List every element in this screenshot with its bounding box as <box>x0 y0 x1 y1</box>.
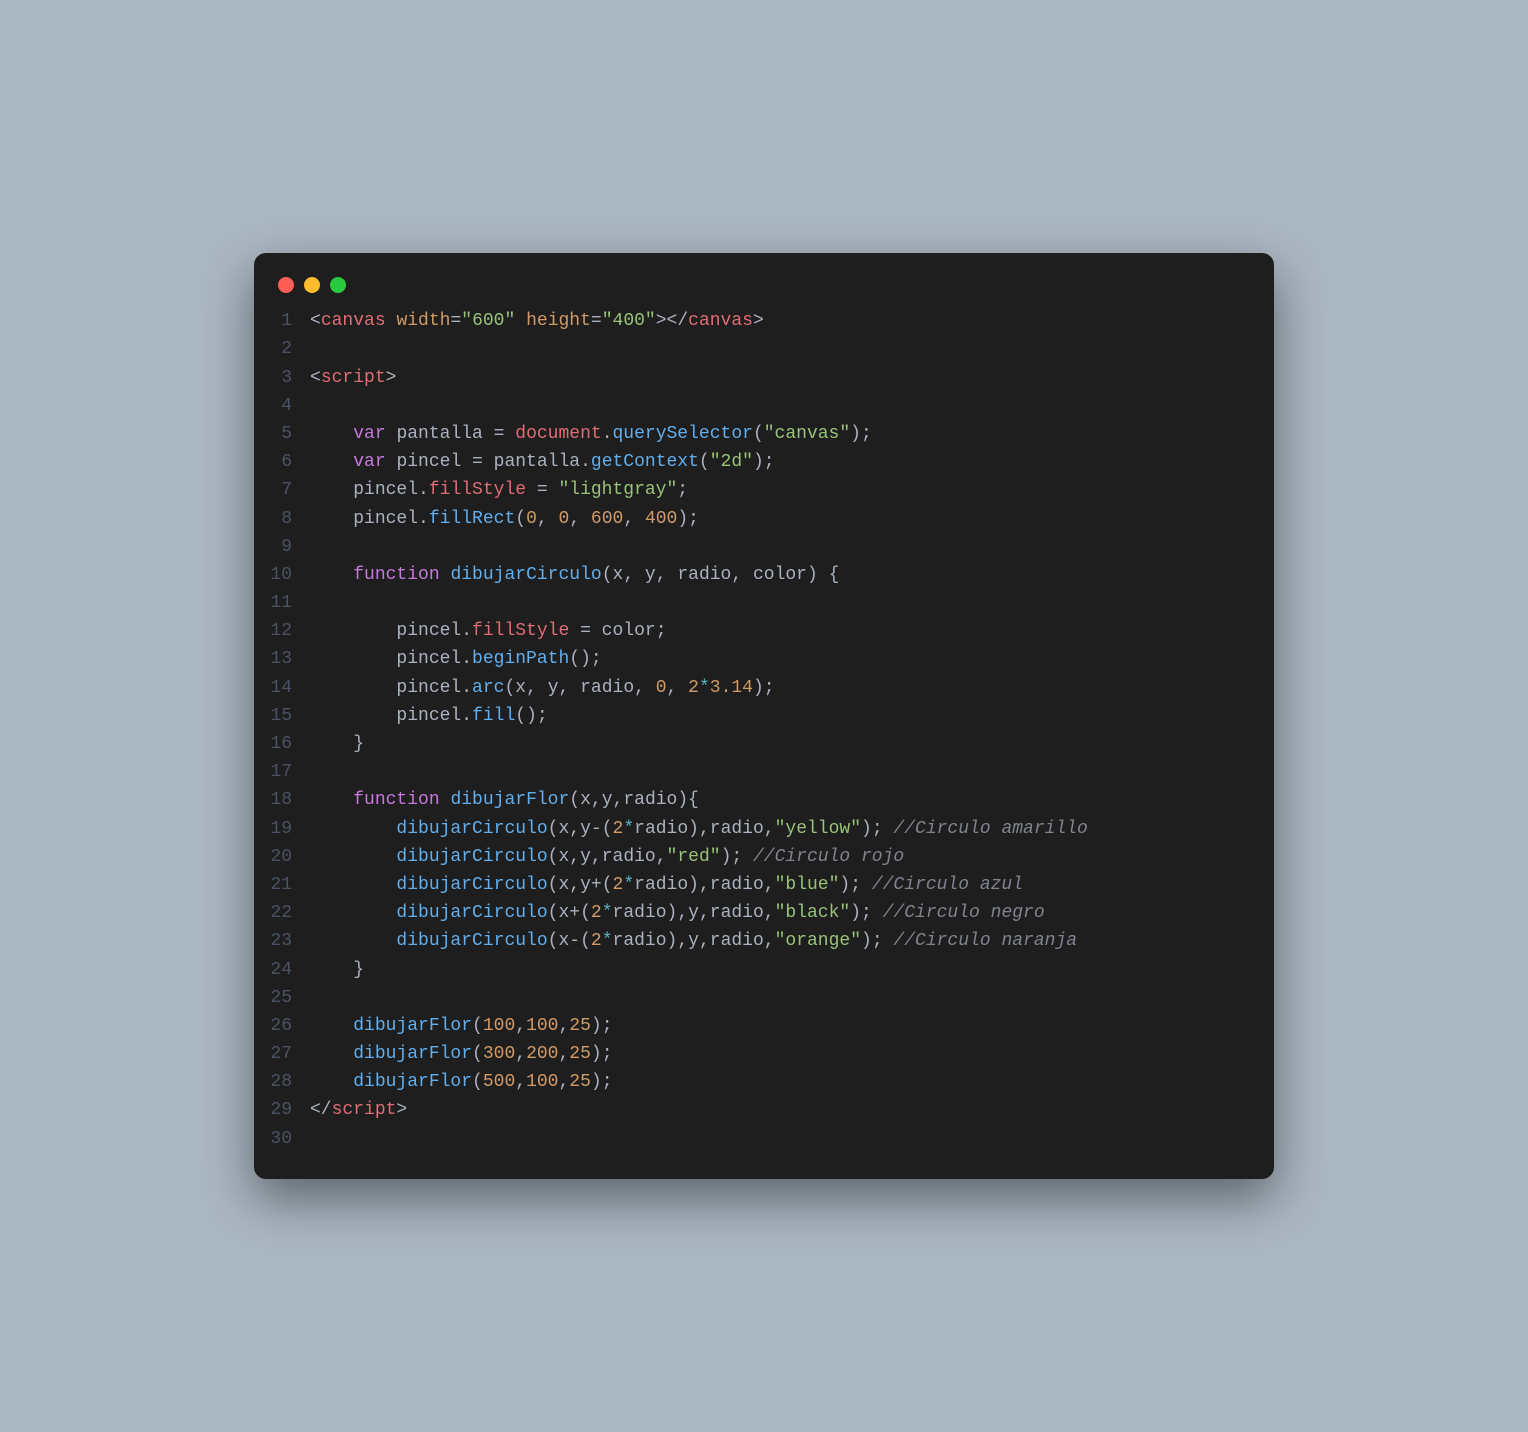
line-number: 12 <box>254 617 292 645</box>
code-line[interactable]: dibujarCirculo(x+(2*radio),y,radio,"blac… <box>310 899 1254 927</box>
line-number: 15 <box>254 702 292 730</box>
line-number: 11 <box>254 589 292 617</box>
line-number: 19 <box>254 815 292 843</box>
code-line[interactable]: dibujarFlor(100,100,25); <box>310 1012 1254 1040</box>
code-line[interactable] <box>310 589 1254 617</box>
line-number-gutter: 1234567891011121314151617181920212223242… <box>254 307 310 1153</box>
line-number: 21 <box>254 871 292 899</box>
code-line[interactable] <box>310 533 1254 561</box>
code-editor[interactable]: 1234567891011121314151617181920212223242… <box>254 307 1274 1153</box>
code-line[interactable]: } <box>310 730 1254 758</box>
line-number: 23 <box>254 927 292 955</box>
line-number: 8 <box>254 505 292 533</box>
line-number: 3 <box>254 364 292 392</box>
code-line[interactable] <box>310 1125 1254 1153</box>
line-number: 5 <box>254 420 292 448</box>
line-number: 20 <box>254 843 292 871</box>
code-line[interactable]: function dibujarFlor(x,y,radio){ <box>310 786 1254 814</box>
code-line[interactable] <box>310 335 1254 363</box>
code-line[interactable]: pincel.fill(); <box>310 702 1254 730</box>
code-line[interactable]: <script> <box>310 364 1254 392</box>
line-number: 6 <box>254 448 292 476</box>
code-line[interactable]: dibujarFlor(300,200,25); <box>310 1040 1254 1068</box>
minimize-icon[interactable] <box>304 277 320 293</box>
code-line[interactable]: var pantalla = document.querySelector("c… <box>310 420 1254 448</box>
line-number: 18 <box>254 786 292 814</box>
line-number: 22 <box>254 899 292 927</box>
code-line[interactable] <box>310 984 1254 1012</box>
line-number: 30 <box>254 1125 292 1153</box>
code-line[interactable] <box>310 392 1254 420</box>
code-line[interactable]: dibujarCirculo(x,y,radio,"red"); //Circu… <box>310 843 1254 871</box>
code-line[interactable]: </script> <box>310 1096 1254 1124</box>
line-number: 29 <box>254 1096 292 1124</box>
line-number: 17 <box>254 758 292 786</box>
line-number: 4 <box>254 392 292 420</box>
line-number: 1 <box>254 307 292 335</box>
code-line[interactable]: pincel.fillStyle = "lightgray"; <box>310 476 1254 504</box>
line-number: 13 <box>254 645 292 673</box>
line-number: 26 <box>254 1012 292 1040</box>
code-line[interactable]: pincel.arc(x, y, radio, 0, 2*3.14); <box>310 674 1254 702</box>
code-line[interactable]: var pincel = pantalla.getContext("2d"); <box>310 448 1254 476</box>
code-line[interactable]: function dibujarCirculo(x, y, radio, col… <box>310 561 1254 589</box>
code-window: 1234567891011121314151617181920212223242… <box>254 253 1274 1179</box>
line-number: 16 <box>254 730 292 758</box>
code-line[interactable]: <canvas width="600" height="400"></canva… <box>310 307 1254 335</box>
code-line[interactable]: pincel.fillRect(0, 0, 600, 400); <box>310 505 1254 533</box>
code-line[interactable]: } <box>310 956 1254 984</box>
code-line[interactable]: pincel.beginPath(); <box>310 645 1254 673</box>
code-line[interactable]: pincel.fillStyle = color; <box>310 617 1254 645</box>
line-number: 24 <box>254 956 292 984</box>
code-line[interactable] <box>310 758 1254 786</box>
line-number: 14 <box>254 674 292 702</box>
close-icon[interactable] <box>278 277 294 293</box>
code-area[interactable]: <canvas width="600" height="400"></canva… <box>310 307 1254 1153</box>
line-number: 7 <box>254 476 292 504</box>
code-line[interactable]: dibujarCirculo(x,y-(2*radio),radio,"yell… <box>310 815 1254 843</box>
window-titlebar <box>254 271 1274 307</box>
line-number: 2 <box>254 335 292 363</box>
maximize-icon[interactable] <box>330 277 346 293</box>
line-number: 28 <box>254 1068 292 1096</box>
line-number: 10 <box>254 561 292 589</box>
line-number: 9 <box>254 533 292 561</box>
code-line[interactable]: dibujarCirculo(x-(2*radio),y,radio,"oran… <box>310 927 1254 955</box>
code-line[interactable]: dibujarCirculo(x,y+(2*radio),radio,"blue… <box>310 871 1254 899</box>
line-number: 27 <box>254 1040 292 1068</box>
code-line[interactable]: dibujarFlor(500,100,25); <box>310 1068 1254 1096</box>
line-number: 25 <box>254 984 292 1012</box>
